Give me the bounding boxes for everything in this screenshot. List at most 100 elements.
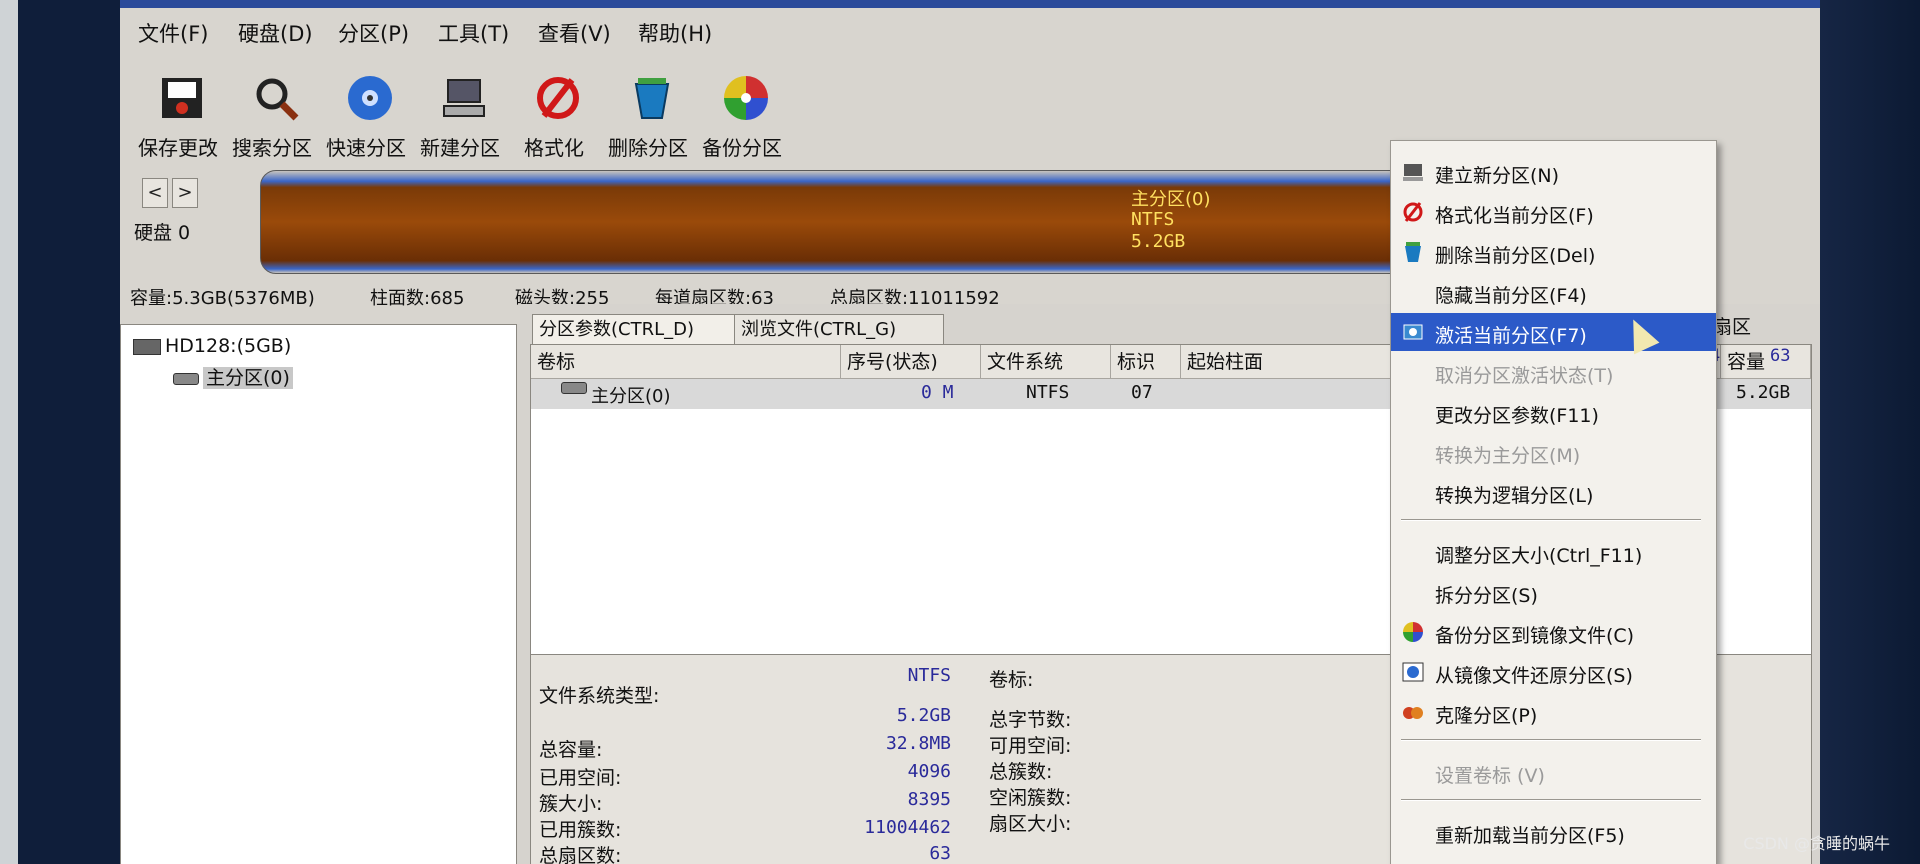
row-size: 5.2GB [1736, 382, 1791, 403]
menu-disk[interactable]: 硬盘(D) [238, 18, 313, 48]
save-changes-button[interactable]: 保存更改 [128, 64, 228, 164]
activate-icon [1403, 324, 1423, 340]
menu-label: 激活当前分区(F7) [1435, 325, 1587, 347]
clone-icon [1403, 707, 1423, 719]
diskgenius-window: 文件(F) 硬盘(D) 分区(P) 工具(T) 查看(V) 帮助(H) 保存更改… [120, 0, 1820, 864]
prev-disk-button[interactable]: < [142, 178, 168, 208]
row-sector: 63 [1770, 346, 1791, 366]
menu-help[interactable]: 帮助(H) [638, 18, 712, 48]
tab-browse-files[interactable]: 浏览文件(CTRL_G) [734, 314, 944, 345]
menu-deactivate-partition[interactable]: 取消分区激活状态(T) [1391, 353, 1716, 391]
detail-cluster: 4096 [907, 761, 951, 782]
menu-reload-partition[interactable]: 重新加载当前分区(F5) [1391, 813, 1716, 851]
menu-restore-image[interactable]: 从镜像文件还原分区(S) [1391, 653, 1716, 691]
menu-label: 克隆分区(P) [1435, 705, 1538, 727]
menu-label: 删除当前分区(Del) [1435, 245, 1596, 267]
monitor-bezel-left [0, 0, 120, 864]
menu-set-volume-label[interactable]: 设置卷标 (V) [1391, 753, 1716, 791]
menu-resize-partition[interactable]: 调整分区大小(Ctrl_F11) [1391, 533, 1716, 571]
format-button[interactable]: 格式化 [504, 64, 604, 164]
tree-disk-node[interactable]: HD128:(5GB) [133, 335, 291, 357]
menu-hide-partition[interactable]: 隐藏当前分区(F4) [1391, 273, 1716, 311]
restore-icon [1402, 662, 1424, 682]
toolbar-label: 备份分区 [702, 136, 782, 160]
menu-label: 设置卷标 (V) [1435, 765, 1545, 787]
tree-partition-node[interactable]: 主分区(0) [173, 363, 293, 390]
column-header-index[interactable]: 序号(状态) [841, 345, 981, 379]
title-bar [120, 0, 1820, 8]
detail-cluster-label: 簇大小: [539, 793, 603, 815]
menu-label: 从镜像文件还原分区(S) [1435, 665, 1633, 687]
disc-icon [348, 76, 392, 120]
column-header-volume[interactable]: 卷标 [531, 345, 841, 379]
detail-clusters-label: 总簇数: [989, 761, 1053, 783]
detail-used-clusters: 8395 [907, 789, 951, 810]
partition-bar-size: 5.2GB [1131, 231, 1186, 252]
detail-total-sectors: 11004462 [864, 817, 951, 838]
menu-format-partition[interactable]: 格式化当前分区(F) [1391, 193, 1716, 231]
new-partition-icon [1403, 164, 1423, 181]
format-icon [1403, 202, 1423, 222]
detail-total: 5.2GB [896, 705, 951, 726]
next-disk-button[interactable]: > [172, 178, 198, 208]
menu-label: 转换为主分区(M) [1435, 445, 1581, 467]
new-partition-button[interactable]: 新建分区 [410, 64, 510, 164]
menu-backup-image[interactable]: 备份分区到镜像文件(C) [1391, 613, 1716, 651]
disk-capacity: 容量:5.3GB(5376MB) [130, 288, 315, 309]
delete-partition-button[interactable]: 删除分区 [598, 64, 698, 164]
backup-partition-button[interactable]: 备份分区 [692, 64, 792, 164]
tab-partition-params[interactable]: 分区参数(CTRL_D) [532, 314, 742, 345]
menu-partition[interactable]: 分区(P) [338, 18, 409, 48]
menu-clone-partition[interactable]: 克隆分区(P) [1391, 693, 1716, 731]
menu-separator [1401, 799, 1701, 801]
column-header-fs[interactable]: 文件系统 [981, 345, 1111, 379]
menu-label: 取消分区激活状态(T) [1435, 365, 1614, 387]
column-header-size[interactable]: 容量 [1721, 345, 1811, 379]
menu-change-params[interactable]: 更改分区参数(F11) [1391, 393, 1716, 431]
menu-split-partition[interactable]: 拆分分区(S) [1391, 573, 1716, 611]
detail-used-label: 已用空间: [539, 767, 622, 789]
detail-free-clusters-label: 空闲簇数: [989, 787, 1072, 809]
menu-label: 格式化当前分区(F) [1435, 205, 1594, 227]
menu-tools[interactable]: 工具(T) [438, 18, 509, 48]
save-icon [162, 78, 202, 118]
menu-view[interactable]: 查看(V) [538, 18, 611, 48]
tree-partition-label: 主分区(0) [203, 367, 293, 389]
detail-used-clusters-label: 已用簇数: [539, 819, 622, 841]
column-header-sector[interactable]: 扇区 [1713, 312, 1751, 339]
disk-label: 硬盘 0 [134, 222, 191, 244]
detail-volume-label: 卷标: [989, 669, 1034, 691]
menu-label: 更改分区参数(F11) [1435, 405, 1599, 427]
menu-label: 调整分区大小(Ctrl_F11) [1435, 545, 1643, 567]
disk-cylinders: 柱面数:685 [370, 288, 465, 309]
menu-activate-partition[interactable]: 激活当前分区(F7) [1391, 313, 1716, 351]
backup-icon [724, 76, 768, 120]
toolbar-label: 快速分区 [326, 136, 406, 160]
disk-nav: < > [142, 178, 202, 208]
detail-free-label: 可用空间: [989, 735, 1072, 757]
detail-sector-size-label: 扇区大小: [989, 813, 1072, 835]
menu-label: 转换为逻辑分区(L) [1435, 485, 1594, 507]
trash-icon [1405, 242, 1421, 262]
quick-partition-button[interactable]: 快速分区 [316, 64, 416, 164]
menu-label: 重新加载当前分区(F5) [1435, 825, 1625, 847]
menu-delete-partition[interactable]: 删除当前分区(Del) [1391, 233, 1716, 271]
format-icon [537, 77, 579, 119]
detail-sector-value: 63 [929, 843, 951, 864]
background-strip [0, 0, 18, 864]
detail-fs-type: NTFS [907, 665, 951, 686]
toolbar-label: 保存更改 [138, 136, 218, 160]
menu-separator [1401, 519, 1701, 521]
detail-used: 32.8MB [885, 733, 951, 754]
search-partition-button[interactable]: 搜索分区 [222, 64, 322, 164]
menu-label: 备份分区到镜像文件(C) [1435, 625, 1635, 647]
detail-total-label: 总容量: [539, 739, 603, 761]
menu-new-partition[interactable]: 建立新分区(N) [1391, 153, 1716, 191]
menu-convert-primary[interactable]: 转换为主分区(M) [1391, 433, 1716, 471]
column-header-id[interactable]: 标识 [1111, 345, 1181, 379]
menu-convert-logical[interactable]: 转换为逻辑分区(L) [1391, 473, 1716, 511]
disk-tree: HD128:(5GB) 主分区(0) [120, 324, 517, 864]
menu-file[interactable]: 文件(F) [138, 18, 208, 48]
menu-separator [1401, 739, 1701, 741]
search-icon [256, 78, 299, 121]
